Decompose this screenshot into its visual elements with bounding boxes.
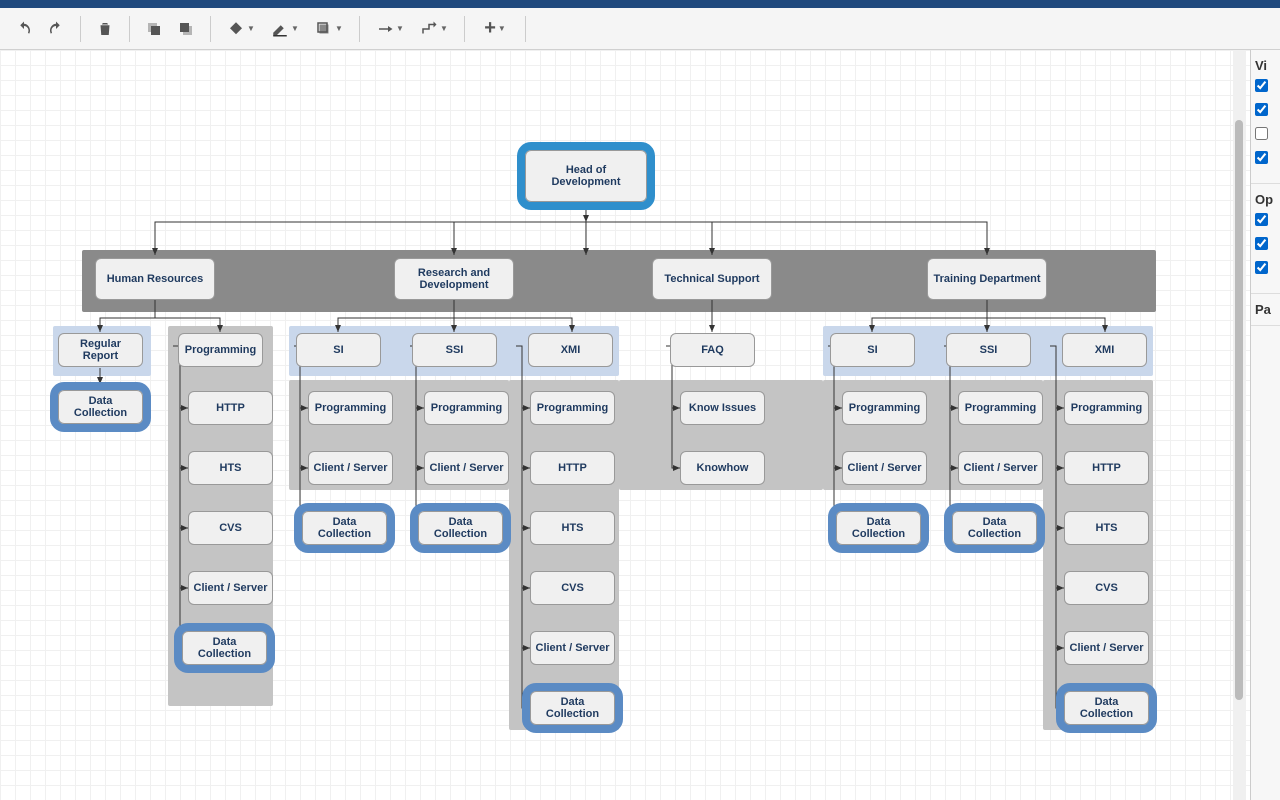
node-prog-3[interactable]: Programming [424, 391, 509, 425]
waypoints-button[interactable]: ▼ [414, 15, 454, 43]
node-si-1[interactable]: SI [296, 333, 381, 367]
node-cvs-3[interactable]: CVS [1064, 571, 1149, 605]
node-faq[interactable]: FAQ [670, 333, 755, 367]
node-prog-1[interactable]: Programming [178, 333, 263, 367]
node-ts[interactable]: Technical Support [652, 258, 772, 300]
node-http-3[interactable]: HTTP [1064, 451, 1149, 485]
sidebar-check-5[interactable] [1255, 213, 1268, 226]
sidebar-section-view: Vi [1255, 58, 1276, 73]
node-dc-3[interactable]: Data Collection [302, 511, 387, 545]
node-xmi-1[interactable]: XMI [528, 333, 613, 367]
node-cs-7[interactable]: Client / Server [1064, 631, 1149, 665]
node-head[interactable]: Head of Development [525, 150, 647, 202]
node-ki[interactable]: Know Issues [680, 391, 765, 425]
node-hts-1[interactable]: HTS [188, 451, 273, 485]
node-kh[interactable]: Knowhow [680, 451, 765, 485]
node-hr[interactable]: Human Resources [95, 258, 215, 300]
delete-button[interactable] [91, 15, 119, 43]
node-http-2[interactable]: HTTP [530, 451, 615, 485]
group-td-xmi [1043, 380, 1153, 730]
node-prog-6[interactable]: Programming [958, 391, 1043, 425]
toolbar: ▼ ▼ ▼ ▼ ▼ +▼ [0, 8, 1280, 50]
node-cs-1[interactable]: Client / Server [188, 571, 273, 605]
undo-button[interactable] [10, 15, 38, 43]
node-cs-5[interactable]: Client / Server [842, 451, 927, 485]
node-rd[interactable]: Research and Development [394, 258, 514, 300]
vertical-scrollbar[interactable] [1233, 50, 1245, 800]
to-back-button[interactable] [172, 15, 200, 43]
canvas[interactable]: Head of Development Human Resources Rese… [0, 50, 1280, 800]
node-prog-5[interactable]: Programming [842, 391, 927, 425]
node-si-2[interactable]: SI [830, 333, 915, 367]
node-cs-4[interactable]: Client / Server [530, 631, 615, 665]
node-dc-6[interactable]: Data Collection [836, 511, 921, 545]
add-button[interactable]: +▼ [475, 15, 515, 43]
shadow-button[interactable]: ▼ [309, 15, 349, 43]
sidebar-check-6[interactable] [1255, 237, 1268, 250]
node-ssi-2[interactable]: SSI [946, 333, 1031, 367]
node-cs-3[interactable]: Client / Server [424, 451, 509, 485]
line-color-button[interactable]: ▼ [265, 15, 305, 43]
redo-button[interactable] [42, 15, 70, 43]
node-hts-3[interactable]: HTS [1064, 511, 1149, 545]
to-front-button[interactable] [140, 15, 168, 43]
sidebar-section-page: Pa [1255, 302, 1276, 317]
node-http-1[interactable]: HTTP [188, 391, 273, 425]
node-td[interactable]: Training Department [927, 258, 1047, 300]
node-prog-4[interactable]: Programming [530, 391, 615, 425]
node-prog-7[interactable]: Programming [1064, 391, 1149, 425]
node-dc-5[interactable]: Data Collection [530, 691, 615, 725]
node-dc-7[interactable]: Data Collection [952, 511, 1037, 545]
node-dc-8[interactable]: Data Collection [1064, 691, 1149, 725]
properties-panel: Vi Op Pa [1250, 50, 1280, 800]
node-dc-1[interactable]: Data Collection [58, 390, 143, 424]
node-xmi-2[interactable]: XMI [1062, 333, 1147, 367]
node-ssi-1[interactable]: SSI [412, 333, 497, 367]
sidebar-check-4[interactable] [1255, 151, 1268, 164]
sidebar-check-7[interactable] [1255, 261, 1268, 274]
node-cvs-2[interactable]: CVS [530, 571, 615, 605]
group-rd-xmi [509, 380, 619, 730]
node-cvs-1[interactable]: CVS [188, 511, 273, 545]
sidebar-section-options: Op [1255, 192, 1276, 207]
node-hts-2[interactable]: HTS [530, 511, 615, 545]
sidebar-check-3[interactable] [1255, 127, 1268, 140]
sidebar-check-1[interactable] [1255, 79, 1268, 92]
node-dc-2[interactable]: Data Collection [182, 631, 267, 665]
node-cs-2[interactable]: Client / Server [308, 451, 393, 485]
fill-color-button[interactable]: ▼ [221, 15, 261, 43]
node-regreport[interactable]: Regular Report [58, 333, 143, 367]
connection-button[interactable]: ▼ [370, 15, 410, 43]
node-cs-6[interactable]: Client / Server [958, 451, 1043, 485]
node-prog-2[interactable]: Programming [308, 391, 393, 425]
node-dc-4[interactable]: Data Collection [418, 511, 503, 545]
sidebar-check-2[interactable] [1255, 103, 1268, 116]
